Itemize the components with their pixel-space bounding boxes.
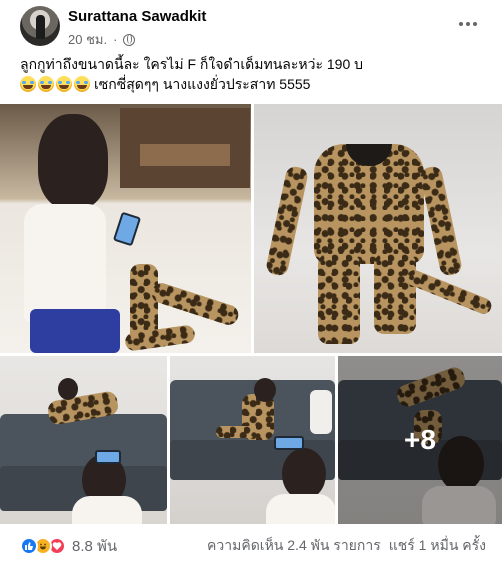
photo-child-with-costume-floor[interactable] <box>0 104 251 353</box>
author-name[interactable]: Surattana Sawadkit <box>68 8 206 25</box>
rofl-emoji-icon <box>74 76 90 92</box>
like-icon <box>20 537 38 555</box>
photo-leopard-costume[interactable] <box>254 104 502 353</box>
photo-child-on-sofa-2[interactable] <box>170 356 335 524</box>
post-header: Surattana Sawadkit 20 ชม. · <box>0 0 502 52</box>
rofl-emoji-icon <box>20 76 36 92</box>
post-text-line-2-text: เซกซี่สุดๆๆ นางแงงยั่วประสาท 5555 <box>94 76 311 92</box>
comments-count[interactable]: ความคิดเห็น 2.4 พัน รายการ <box>207 535 381 557</box>
globe-icon <box>123 33 136 46</box>
post-text-line-1: ลูกกูท่าถึงขนาดนี้ละ ใครไม่ F ก็ใจดำเด็ม… <box>20 56 364 72</box>
post-footer: 8.8 พัน ความคิดเห็น 2.4 พัน รายการ แชร์ … <box>0 524 502 561</box>
post-text-line-2: เซกซี่สุดๆๆ นางแงงยั่วประสาท 5555 <box>20 74 490 94</box>
reactions-summary[interactable]: 8.8 พัน <box>20 534 117 558</box>
post-text: ลูกกูท่าถึงขนาดนี้ละ ใครไม่ F ก็ใจดำเด็ม… <box>20 54 490 94</box>
photo-child-on-sofa-1[interactable] <box>0 356 167 524</box>
photo-grid: +8 <box>0 104 502 524</box>
more-options-icon[interactable] <box>454 12 482 36</box>
more-photos-overlay[interactable]: +8 <box>338 356 502 524</box>
author-avatar[interactable] <box>20 6 60 46</box>
post-stats: ความคิดเห็น 2.4 พัน รายการ แชร์ 1 หมื่น … <box>207 535 486 557</box>
rofl-emoji-icon <box>56 76 72 92</box>
more-photos-count: +8 <box>404 424 436 455</box>
rofl-emoji-icon <box>38 76 54 92</box>
emoji-group <box>20 76 90 92</box>
facebook-post: Surattana Sawadkit 20 ชม. · ลูกกูท่าถึงข… <box>0 0 502 561</box>
post-time[interactable]: 20 ชม. <box>68 29 107 50</box>
photo-child-on-sofa-3[interactable]: +8 <box>338 356 502 524</box>
reaction-count: 8.8 พัน <box>72 538 118 555</box>
post-meta: 20 ชม. · <box>68 29 136 50</box>
shares-count[interactable]: แชร์ 1 หมื่น ครั้ง <box>389 535 486 557</box>
